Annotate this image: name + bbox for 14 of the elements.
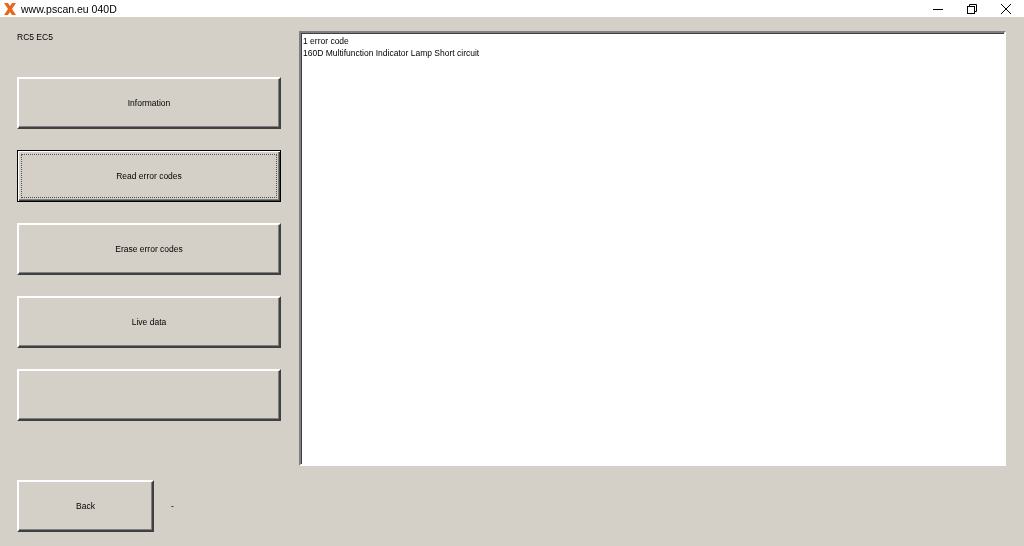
menu-button[interactable]: Erase error codes [17,223,281,275]
back-button[interactable]: Back [17,480,154,532]
output-line: 1 error code [303,35,349,47]
menu-button[interactable]: Information [17,77,281,129]
close-icon[interactable] [1000,2,1012,15]
window-title: www.pscan.eu 040D [21,2,118,15]
restore-icon[interactable] [966,2,978,15]
menu-button[interactable]: Read error codes [17,150,281,202]
status-text: - [171,501,174,511]
output-line: 160D Multifunction Indicator Lamp Short circuit [303,47,480,59]
blank-button[interactable] [17,369,281,421]
app-logo-icon [4,2,16,15]
module-label: RC5 EC5 [17,31,53,43]
menu-button[interactable]: Live data [17,296,281,348]
